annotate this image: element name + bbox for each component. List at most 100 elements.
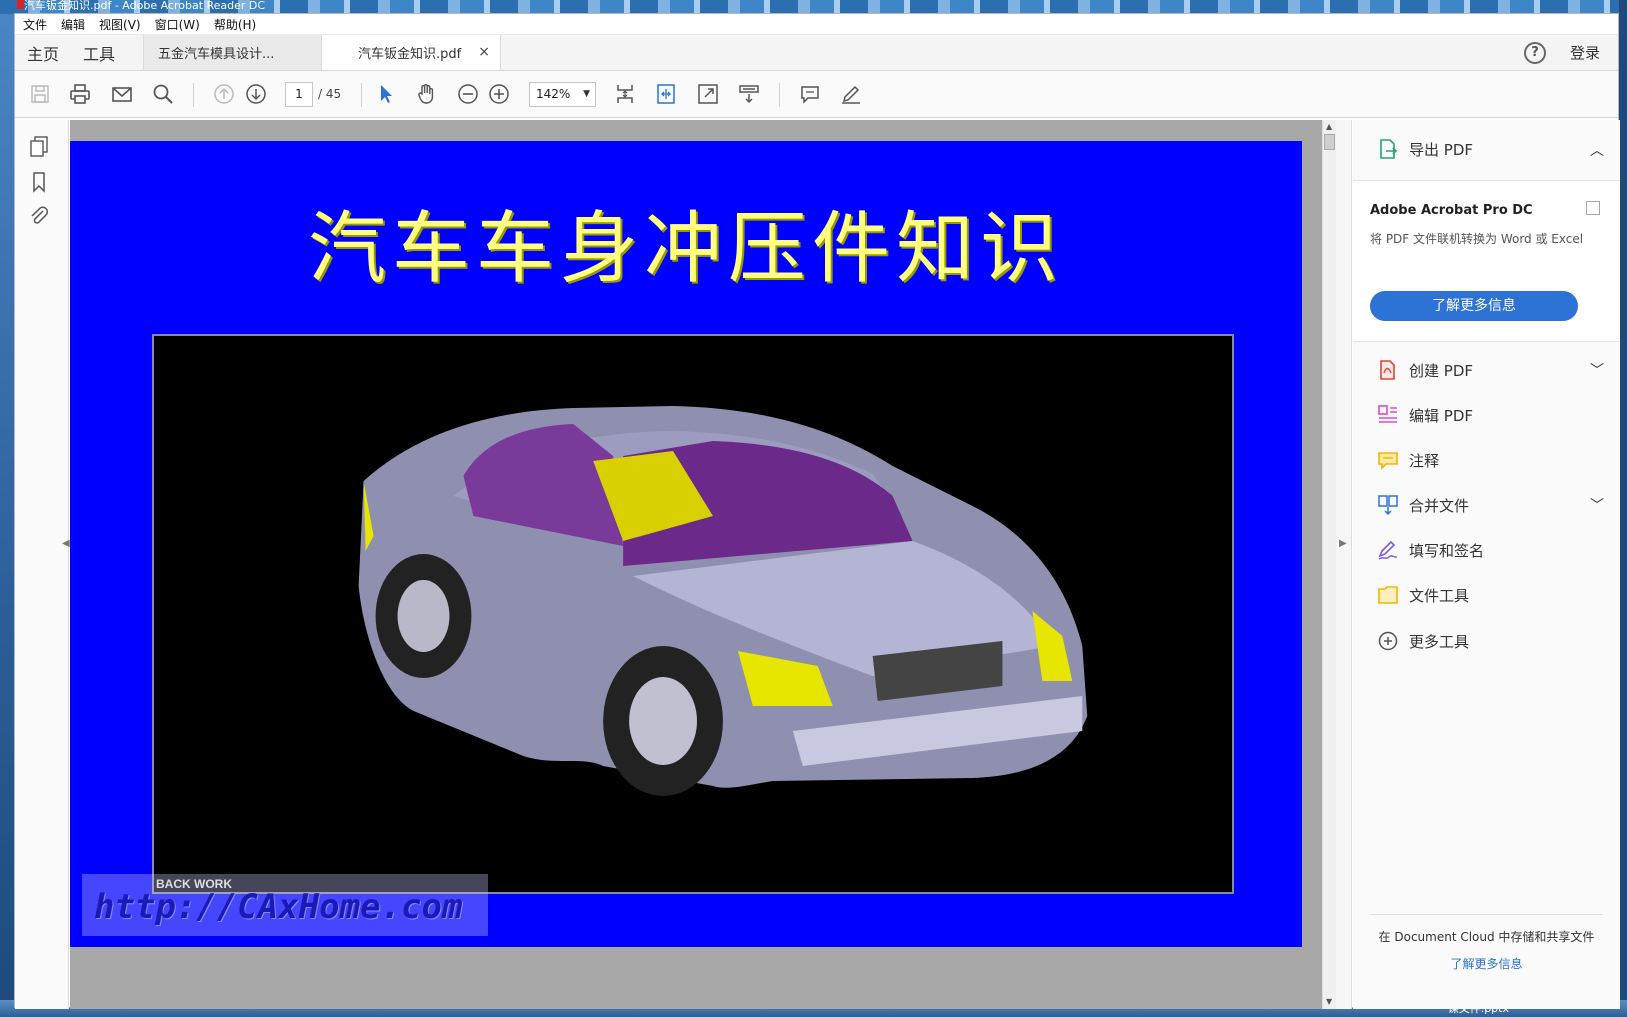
sign-icon[interactable] — [838, 81, 864, 107]
menu-bar: 文件 编辑 视图(V) 窗口(W) 帮助(H) — [15, 14, 1618, 35]
menu-file[interactable]: 文件 — [23, 16, 47, 33]
acrobat-window: 文件 编辑 视图(V) 窗口(W) 帮助(H) 主页 工具 五金汽车模具设计..… — [14, 13, 1620, 1009]
tab-document-2-label: 汽车钣金知识.pdf — [358, 47, 462, 62]
combine-files-label: 合并文件 — [1409, 496, 1470, 515]
toolbar-separator — [779, 83, 780, 107]
main-content: ◀ 汽车车身冲压件知识 BACK WORK http://CAxHome.com… — [15, 120, 1620, 1009]
scroll-up-icon[interactable]: ▲ — [1326, 122, 1332, 131]
print-icon[interactable] — [67, 81, 93, 107]
create-pdf-label: 创建 PDF — [1409, 361, 1473, 380]
tool-comment[interactable]: 注释 — [1377, 447, 1439, 473]
help-icon[interactable]: ? — [1523, 41, 1546, 64]
more-tools-icon — [1377, 630, 1399, 652]
file-tools-label: 文件工具 — [1409, 586, 1470, 605]
watermark: BACK WORK http://CAxHome.com — [82, 874, 488, 936]
zoom-select[interactable]: 142% ▼ — [529, 82, 596, 107]
export-pdf-label: 导出 PDF — [1409, 140, 1473, 159]
page-total: / 45 — [318, 87, 342, 101]
comment-icon — [1377, 449, 1399, 471]
desktop-right-edge — [1619, 0, 1627, 1017]
tab-document-1-label: 五金汽车模具设计... — [158, 47, 275, 62]
hand-icon[interactable] — [413, 81, 439, 107]
zoom-in-icon[interactable] — [486, 81, 512, 107]
tool-edit-pdf[interactable]: 编辑 PDF — [1377, 402, 1473, 428]
window-title-icon — [17, 0, 24, 9]
fit-width-icon[interactable] — [653, 81, 679, 107]
chevron-down-icon[interactable]: ﹀ — [1590, 495, 1604, 515]
toolbar-separator — [361, 83, 362, 107]
tab-tools[interactable]: 工具 — [71, 35, 127, 70]
fill-sign-icon — [1377, 539, 1399, 561]
chevron-down-icon[interactable]: ﹀ — [1590, 360, 1604, 380]
menu-help[interactable]: 帮助(H) — [214, 16, 256, 33]
copy-icon[interactable] — [1586, 201, 1600, 215]
tab-bar: 主页 工具 五金汽车模具设计... 汽车钣金知识.pdf × ? 登录 — [15, 35, 1618, 71]
document-cloud-footer: 在 Document Cloud 中存储和共享文件 了解更多信息 — [1370, 914, 1603, 972]
tab-document-1[interactable]: 五金汽车模具设计... — [143, 35, 322, 70]
menu-edit[interactable]: 编辑 — [61, 16, 85, 33]
tab-bar-right: ? 登录 — [1523, 35, 1618, 70]
chevron-up-icon[interactable]: ︿ — [1590, 140, 1604, 160]
tool-fill-sign[interactable]: 填写和签名 — [1377, 537, 1484, 563]
export-pdf-icon — [1377, 138, 1399, 160]
tool-more-tools[interactable]: 更多工具 — [1377, 628, 1469, 654]
promo-description: 将 PDF 文件联机转换为 Word 或 Excel — [1370, 232, 1584, 246]
search-icon[interactable] — [150, 81, 176, 107]
tab-document-2[interactable]: 汽车钣金知识.pdf × — [321, 35, 502, 70]
create-pdf-icon — [1377, 359, 1399, 381]
bookmark-icon[interactable] — [27, 170, 51, 194]
tool-combine-files[interactable]: 合并文件 — [1377, 492, 1469, 518]
right-panel-divider: ▶ — [1336, 120, 1352, 1009]
pdf-page: 汽车车身冲压件知识 BACK WORK http://CAxHome.com — [70, 141, 1302, 947]
tool-create-pdf[interactable]: 创建 PDF — [1377, 357, 1473, 383]
page-thumbnails-icon[interactable] — [27, 134, 51, 158]
save-icon[interactable] — [27, 81, 53, 107]
slide-title: 汽车车身冲压件知识 — [307, 204, 1064, 294]
scroll-down-icon[interactable]: ▼ — [1326, 997, 1332, 1006]
close-tab-icon[interactable]: × — [478, 44, 490, 60]
attachment-icon[interactable] — [27, 204, 51, 228]
desktop-left-edge — [0, 0, 14, 1017]
fit-page-icon[interactable] — [612, 81, 638, 107]
car-illustration — [154, 336, 1232, 892]
window-title: 汽车钣金知识.pdf - Adobe Acrobat Reader DC — [24, 0, 266, 12]
tab-home[interactable]: 主页 — [15, 35, 71, 70]
promo-title: Adobe Acrobat Pro DC — [1370, 203, 1533, 218]
comment-label: 注释 — [1409, 451, 1440, 470]
combine-icon — [1377, 494, 1399, 516]
tool-file-tools[interactable]: 文件工具 — [1377, 582, 1469, 608]
tools-pane: 导出 PDF ︿ Adobe Acrobat Pro DC 将 PDF 文件联机… — [1353, 120, 1620, 1009]
email-icon[interactable] — [109, 81, 135, 107]
next-page-icon[interactable] — [243, 81, 269, 107]
toolbar-separator — [193, 83, 194, 107]
footer-text: 在 Document Cloud 中存储和共享文件 — [1378, 930, 1595, 944]
login-link[interactable]: 登录 — [1570, 42, 1600, 63]
scroll-thumb[interactable] — [1324, 134, 1335, 150]
car-image — [152, 334, 1234, 894]
zoom-out-icon[interactable] — [455, 81, 481, 107]
menu-window[interactable]: 窗口(W) — [155, 16, 200, 33]
comment-icon[interactable] — [797, 81, 823, 107]
select-icon[interactable] — [373, 81, 399, 107]
prev-page-icon[interactable] — [211, 81, 237, 107]
zoom-value: 142% — [536, 87, 571, 101]
document-view[interactable]: 汽车车身冲压件知识 BACK WORK http://CAxHome.com — [70, 120, 1322, 1009]
more-tools-label: 更多工具 — [1409, 632, 1470, 651]
vertical-scrollbar[interactable]: ▲ ▼ — [1322, 120, 1336, 1009]
fullscreen-icon[interactable] — [695, 81, 721, 107]
promo-card: Adobe Acrobat Pro DC 将 PDF 文件联机转换为 Word … — [1353, 180, 1620, 342]
menu-view[interactable]: 视图(V) — [99, 16, 141, 33]
page-number-input[interactable]: 1 — [285, 82, 313, 107]
export-pdf[interactable]: 导出 PDF — [1377, 136, 1473, 162]
footer-learn-more-link[interactable]: 了解更多信息 — [1370, 955, 1603, 972]
toolbar: 1 / 45 142% ▼ — [15, 71, 1618, 118]
edit-pdf-icon — [1377, 404, 1399, 426]
watermark-url: http://CAxHome.com — [94, 887, 463, 927]
fill-sign-label: 填写和签名 — [1409, 541, 1485, 560]
scroll-mode-icon[interactable] — [736, 81, 762, 107]
file-tools-icon — [1377, 584, 1399, 606]
collapse-left-icon[interactable]: ◀ — [62, 538, 70, 549]
learn-more-button[interactable]: 了解更多信息 — [1370, 291, 1578, 321]
collapse-right-icon[interactable]: ▶ — [1339, 538, 1347, 549]
left-navigation-rail: ◀ — [15, 120, 70, 1009]
